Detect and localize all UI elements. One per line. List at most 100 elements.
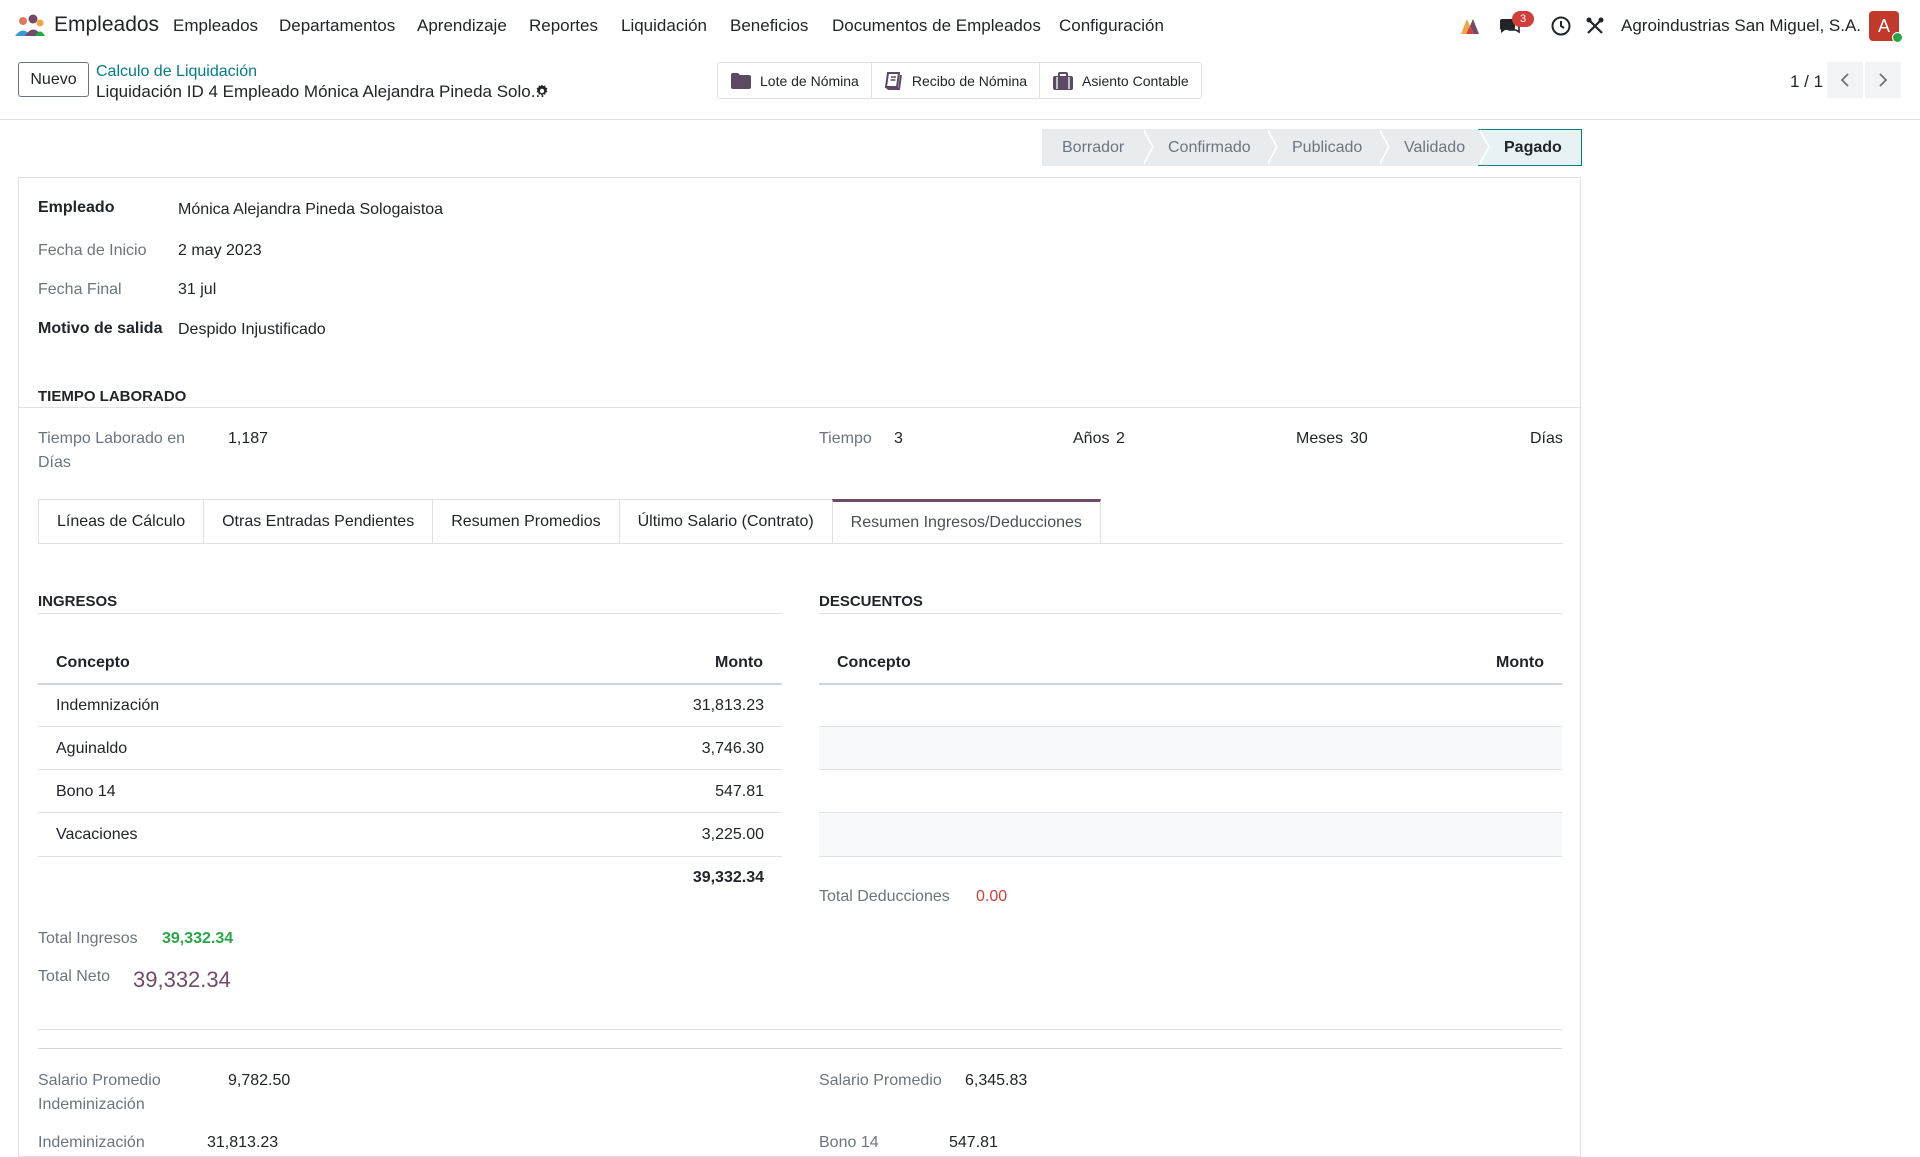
menu-configuracion[interactable]: Configuración: [1059, 16, 1164, 36]
asiento-contable-button[interactable]: Asiento Contable: [1040, 63, 1201, 98]
ingresos-col-monto: Monto: [715, 654, 763, 671]
descuentos-title-divider: [819, 613, 1562, 614]
stage-confirmado[interactable]: Confirmado: [1142, 129, 1278, 166]
table-row-separator: [819, 769, 1562, 770]
meses-label: Meses: [1296, 430, 1344, 447]
notification-badge: 3: [1512, 11, 1534, 27]
empty-row-stripe: [819, 813, 1562, 856]
stage-label: Confirmado: [1168, 138, 1251, 156]
row-concepto: Vacaciones: [56, 826, 138, 843]
tab-ultimo-salario[interactable]: Último Salario (Contrato): [618, 499, 833, 544]
total-deducciones-value: 0.00: [976, 888, 1008, 905]
app-name[interactable]: Empleados: [54, 13, 159, 37]
ingresos-subtotal: 39,332.34: [692, 869, 764, 886]
row-concepto: Indemnización: [56, 697, 160, 714]
bono14-value: 547.81: [949, 1134, 998, 1151]
pager-counter[interactable]: 1 / 1: [1790, 72, 1823, 92]
dias-count-value: 30: [1350, 430, 1368, 447]
stage-label: Borrador: [1062, 138, 1125, 156]
fecha-final-field[interactable]: 31 jul: [178, 281, 216, 299]
chevron-left-icon: [1840, 73, 1849, 87]
total-neto-value: 39,332.34: [133, 967, 231, 992]
table-row-separator: [819, 812, 1562, 813]
menu-documentos[interactable]: Documentos de Empleados: [832, 16, 1041, 36]
online-status-dot: [1892, 32, 1903, 43]
anos-value: 3: [894, 430, 903, 447]
salario-promedio-indem-label-line2: Indeminización: [38, 1096, 145, 1113]
table-row-separator: [38, 856, 782, 857]
tab-lineas-calculo[interactable]: Líneas de Cálculo: [38, 499, 205, 544]
stage-borrador[interactable]: Borrador: [1042, 129, 1154, 166]
section-divider: [38, 1029, 1562, 1030]
tabs-baseline: [38, 543, 1563, 544]
salario-promedio-label: Salario Promedio: [819, 1072, 942, 1089]
breadcrumb-parent[interactable]: Calculo de Liquidación: [96, 63, 257, 81]
pager-previous-button[interactable]: [1827, 62, 1863, 98]
breadcrumb-current: Liquidación ID 4 Empleado Mónica Alejand…: [96, 82, 545, 101]
total-neto-label: Total Neto: [38, 968, 111, 985]
employees-app-icon[interactable]: [14, 14, 46, 38]
clock-icon[interactable]: [1549, 14, 1573, 38]
pager-next-button[interactable]: [1865, 62, 1901, 98]
table-row-separator: [819, 726, 1562, 727]
stage-label: Pagado: [1504, 138, 1562, 156]
ingresos-title: INGRESOS: [38, 593, 118, 610]
row-monto: 31,813.23: [692, 697, 764, 714]
indemnizacion-label: Indeminización: [38, 1134, 145, 1151]
salario-promedio-indem-label-line1: Salario Promedio: [38, 1072, 161, 1089]
stage-validado[interactable]: Validado: [1378, 129, 1490, 166]
statusbar: Borrador Confirmado Publicado Validado P…: [1042, 129, 1582, 166]
bono14-label: Bono 14: [819, 1134, 879, 1151]
tiempo-laborado-title: TIEMPO LABORADO: [38, 388, 187, 405]
book-icon: [884, 71, 902, 90]
motivo-field[interactable]: Despido Injustificado: [178, 321, 326, 339]
folder-icon: [731, 72, 751, 89]
notebook-tabs: Líneas de Cálculo Otras Entradas Pendien…: [38, 499, 1101, 544]
ai-assistant-icon[interactable]: [1458, 14, 1482, 38]
tab-otras-entradas[interactable]: Otras Entradas Pendientes: [203, 499, 434, 544]
tab-resumen-ingresos-deducciones[interactable]: Resumen Ingresos/Deducciones: [831, 499, 1101, 544]
total-ingresos-value: 39,332.34: [162, 930, 234, 947]
descuentos-title: DESCUENTOS: [819, 593, 923, 610]
tiempo-label: Tiempo: [819, 430, 872, 447]
menu-reportes[interactable]: Reportes: [529, 16, 598, 36]
salario-promedio-indem-value: 9,782.50: [228, 1072, 291, 1089]
row-concepto: Bono 14: [56, 783, 116, 800]
stage-publicado[interactable]: Publicado: [1266, 129, 1390, 166]
empleado-field[interactable]: Mónica Alejandra Pineda Sologaistoa: [178, 201, 443, 219]
row-monto: 3,225.00: [701, 826, 764, 843]
lote-nomina-label: Lote de Nómina: [760, 72, 859, 89]
stage-label: Publicado: [1292, 138, 1363, 156]
recibo-nomina-button[interactable]: Recibo de Nómina: [872, 63, 1041, 98]
total-deducciones-label: Total Deducciones: [819, 888, 950, 905]
menu-empleados[interactable]: Empleados: [173, 16, 258, 36]
meses-value: 2: [1116, 430, 1125, 447]
table-row-separator: [38, 769, 782, 770]
top-navbar: Empleados Empleados Departamentos Aprend…: [0, 0, 1920, 52]
empty-row-stripe: [819, 727, 1562, 769]
menu-beneficios[interactable]: Beneficios: [730, 16, 808, 36]
menu-liquidacion[interactable]: Liquidación: [621, 16, 707, 36]
new-button[interactable]: Nuevo: [18, 62, 89, 97]
ingresos-col-concepto: Concepto: [56, 654, 130, 671]
tab-resumen-promedios[interactable]: Resumen Promedios: [432, 499, 620, 544]
tiempo-dias-value: 1,187: [228, 430, 269, 447]
ingresos-title-divider: [38, 613, 782, 614]
company-switcher[interactable]: Agroindustrias San Miguel, S.A.: [1621, 16, 1861, 36]
lote-nomina-button[interactable]: Lote de Nómina: [718, 63, 872, 98]
fecha-final-label: Fecha Final: [38, 281, 122, 298]
chevron-right-icon: [1879, 73, 1888, 87]
tools-icon[interactable]: [1583, 14, 1607, 38]
stage-pagado[interactable]: Pagado: [1478, 129, 1582, 166]
dias-unit-label: Días: [1530, 430, 1563, 447]
tiempo-dias-label-line1: Tiempo Laborado en: [38, 430, 186, 447]
menu-departamentos[interactable]: Departamentos: [279, 16, 395, 36]
table-row-separator: [819, 856, 1562, 857]
gear-icon[interactable]: [534, 83, 550, 99]
total-ingresos-label: Total Ingresos: [38, 930, 138, 947]
empleado-label: Empleado: [38, 199, 115, 216]
menu-aprendizaje[interactable]: Aprendizaje: [417, 16, 507, 36]
fecha-inicio-field[interactable]: 2 may 2023: [178, 242, 262, 260]
ingresos-header-line: [38, 683, 782, 685]
descuentos-col-concepto: Concepto: [837, 654, 911, 671]
